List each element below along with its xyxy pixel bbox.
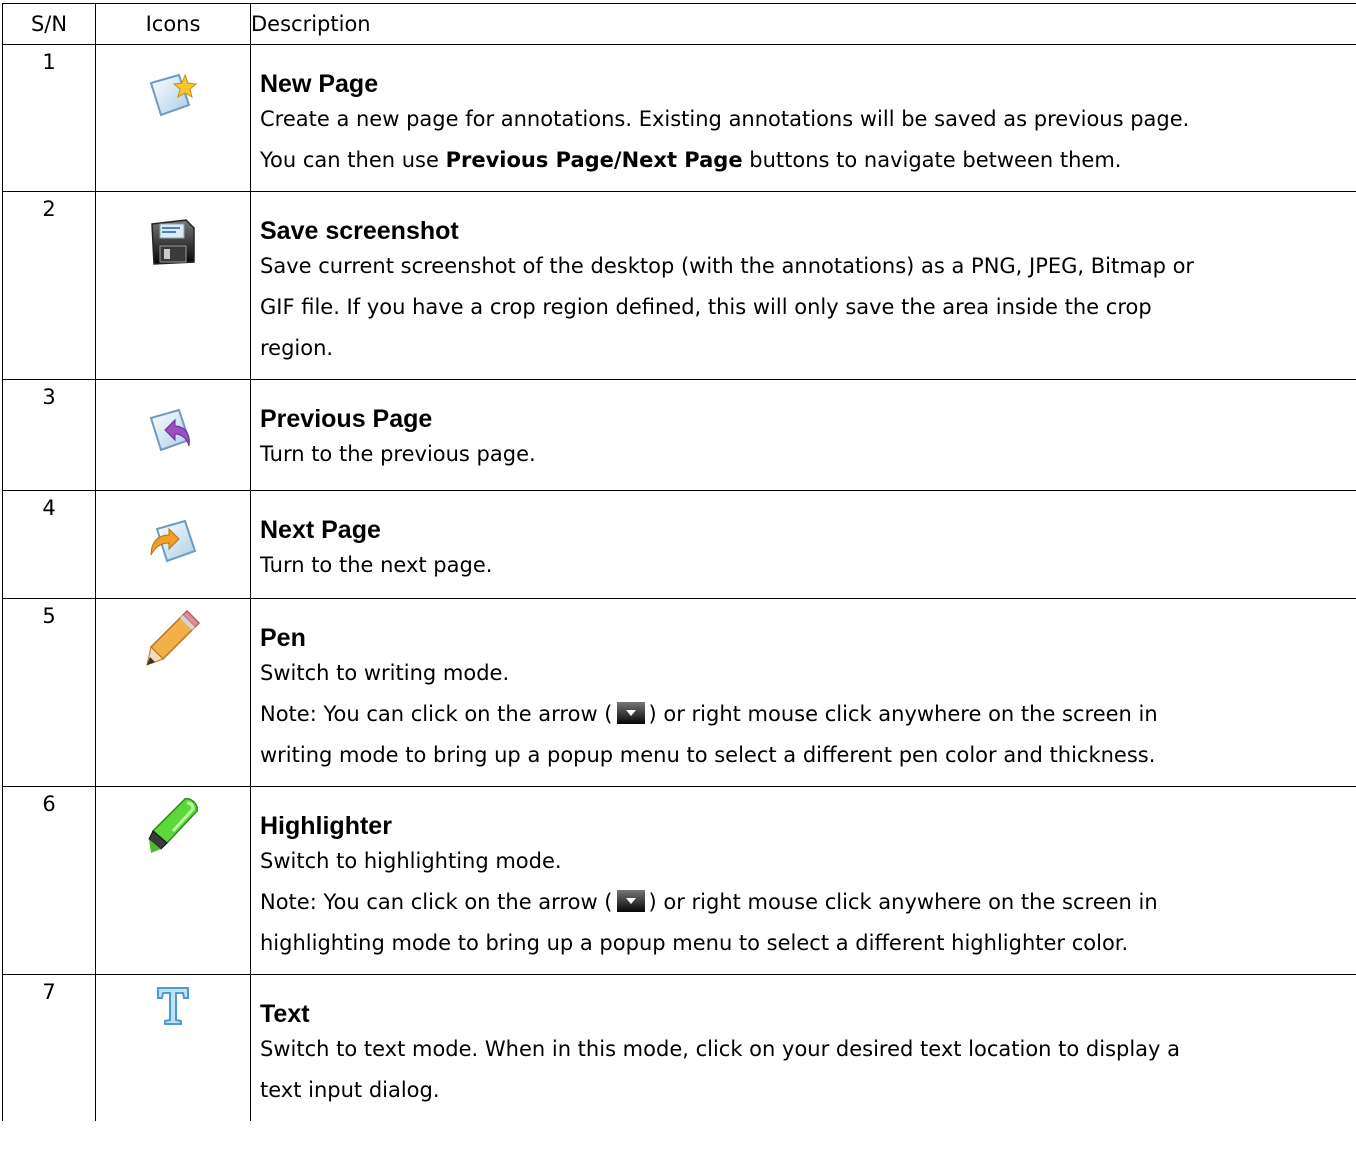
row-number: 7 [2,974,96,1121]
description-line: Turn to the next page. [260,553,493,577]
description-line: Switch to writing mode. [260,661,510,685]
table-row: 4 Next Page Turn to the next page. [2,490,1356,599]
description-line: text input dialog. [260,1078,440,1102]
row-number: 5 [2,598,96,787]
table-row: 5 Pen Switch to writing mode. Note: You … [2,598,1356,787]
table-row: 6 Highlighter Switch to highlighting mod… [2,786,1356,975]
row-title: Save screenshot [260,217,459,245]
description-line: You can then use Previous Page/Next Page… [260,148,1122,172]
description-line: Turn to the previous page. [260,442,536,466]
row-title: Pen [260,624,306,652]
description-line: Note: You can click on the arrow () or r… [260,694,1350,735]
table-row: 3 Previous Page Turn to the previous pag… [2,379,1356,491]
table-row: 2 Save screenshot Save current screensho… [2,191,1356,380]
row-title: Next Page [260,516,381,544]
icons-table: S/N Icons Description 1 New Page Create … [2,3,1356,1121]
dropdown-arrow-icon [616,885,645,912]
next-page-ref: Next Page [621,148,743,172]
row-title: Highlighter [260,812,392,840]
row-title: Previous Page [260,405,433,433]
row-number: 2 [2,191,96,380]
header-sn: S/N [2,3,96,45]
dropdown-arrow-icon [616,697,645,724]
description-line: Create a new page for annotations. Exist… [260,107,1190,131]
description-line: highlighting mode to bring up a popup me… [260,931,1129,955]
description-line: Switch to text mode. When in this mode, … [260,1037,1181,1061]
table-row: 7 Text Switch to text mode. When in this… [2,974,1356,1121]
previous-page-icon [145,404,201,460]
row-number: 4 [2,490,96,599]
row-title: Text [260,1000,310,1028]
save-screenshot-icon [146,216,200,272]
header-icons: Icons [95,3,251,45]
description-line: GIF file. If you have a crop region defi… [260,295,1152,319]
text-tool-icon [155,985,191,1031]
new-page-icon [145,69,201,125]
pen-icon [143,607,203,673]
row-number: 6 [2,786,96,975]
description-line: region. [260,336,334,360]
header-description: Description [250,3,1356,45]
description-line: writing mode to bring up a popup menu to… [260,743,1156,767]
row-number: 1 [2,44,96,192]
previous-page-ref: Previous Page [445,148,614,172]
table-header-row: S/N Icons Description [2,3,1356,45]
next-page-icon [145,515,201,571]
highlighter-icon [143,795,203,861]
description-line: Switch to highlighting mode. [260,849,562,873]
description-line: Save current screenshot of the desktop (… [260,254,1195,278]
description-line: Note: You can click on the arrow () or r… [260,882,1350,923]
table-row: 1 New Page Create a new page for annotat… [2,44,1356,192]
row-number: 3 [2,379,96,491]
row-title: New Page [260,70,379,98]
